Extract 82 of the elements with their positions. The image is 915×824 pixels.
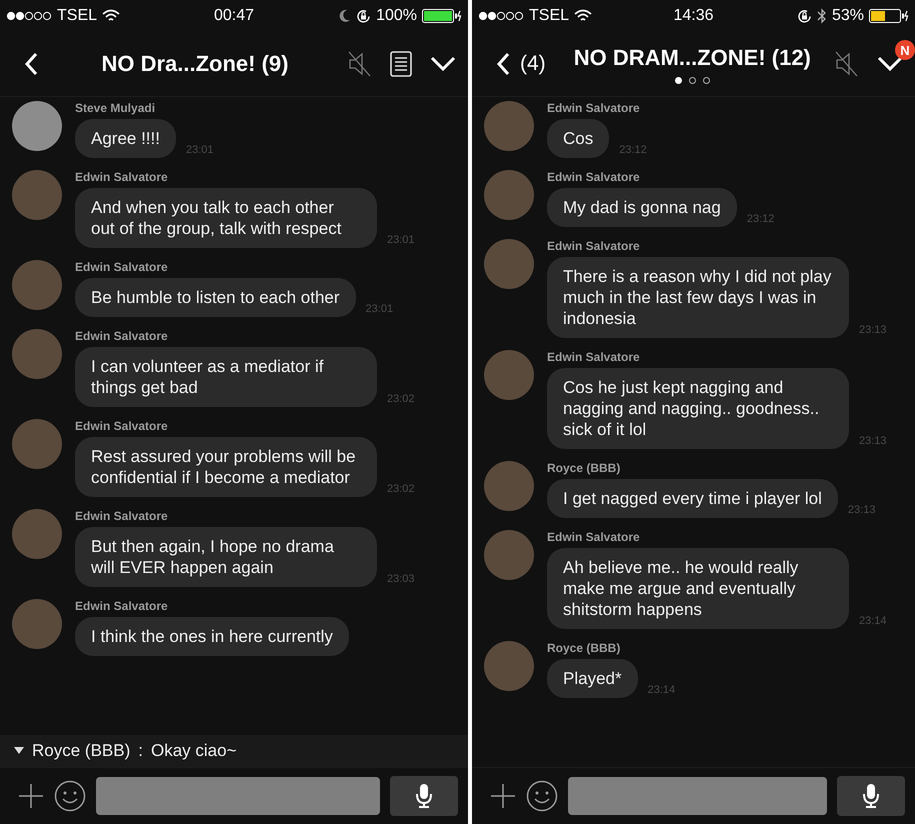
message-bubble: Rest assured your problems will be confidential if I become a mediator — [75, 437, 377, 497]
sender-name: Edwin Salvatore — [75, 599, 169, 613]
sender-name: Royce (BBB) — [547, 461, 622, 475]
sender-name: Edwin Salvatore — [547, 350, 641, 364]
plus-icon[interactable] — [490, 783, 516, 809]
message-time: 23:01 — [186, 144, 214, 158]
message-bubble: Be humble to listen to each other — [75, 278, 356, 317]
chevron-down-icon[interactable] — [430, 56, 456, 72]
bluetooth-icon — [816, 8, 827, 24]
microphone-icon[interactable] — [862, 783, 880, 809]
microphone-icon[interactable] — [415, 783, 433, 809]
sender-name: Steve Mulyadi — [75, 101, 156, 115]
message-bubble: My dad is gonna nag — [547, 188, 737, 227]
muted-speaker-icon[interactable] — [835, 51, 859, 77]
wifi-icon — [102, 9, 120, 23]
smiley-icon[interactable] — [526, 780, 558, 812]
clock-time: 00:47 — [214, 7, 254, 25]
notes-icon[interactable] — [390, 51, 412, 77]
rotation-lock-icon — [796, 8, 812, 24]
caret-icon — [14, 747, 24, 755]
sender-name: Edwin Salvatore — [547, 170, 641, 184]
message-time: 23:12 — [619, 144, 647, 158]
message-time: 23:02 — [387, 483, 415, 497]
message-time: 23:02 — [387, 393, 415, 407]
message-bubble: I think the ones in here currently — [75, 617, 349, 656]
message-bubble: Played* — [547, 659, 638, 698]
clock-time: 14:36 — [673, 7, 714, 25]
sender-name: Edwin Salvatore — [75, 419, 169, 433]
sender-name: Edwin Salvatore — [75, 509, 169, 523]
message-bubble: Cos — [547, 119, 610, 158]
battery-percent: 100% — [376, 7, 417, 25]
notification-banner[interactable]: Royce (BBB) : Okay ciao~ — [0, 735, 468, 767]
banner-sender: Royce (BBB) — [32, 741, 130, 761]
message-bubble: But then again, I hope no drama will EVER happen again — [75, 527, 377, 587]
plus-icon[interactable] — [18, 783, 44, 809]
back-button[interactable]: (4) — [492, 48, 550, 80]
message-time: 23:13 — [859, 324, 887, 338]
message-time: 23:14 — [648, 684, 676, 698]
banner-separator: : — [138, 741, 143, 761]
message-input[interactable] — [568, 777, 827, 815]
sender-name: Edwin Salvatore — [75, 260, 169, 274]
signal-icon — [6, 11, 52, 21]
chevron-down-icon[interactable] — [877, 56, 903, 72]
chat-title[interactable]: NO DRAM...ZONE! (12) — [574, 44, 811, 70]
message-time: 23:14 — [859, 615, 887, 629]
battery-icon — [869, 9, 909, 23]
carrier-name: TSEL — [57, 7, 98, 25]
sender-name: Edwin Salvatore — [75, 329, 169, 343]
carrier-name: TSEL — [529, 7, 570, 25]
moon-icon — [339, 9, 352, 23]
message-bubble: Agree !!!! — [75, 119, 176, 158]
sender-name: Edwin Salvatore — [75, 170, 169, 184]
signal-icon — [478, 11, 524, 21]
sender-name: Edwin Salvatore — [547, 530, 641, 544]
wifi-icon — [574, 9, 592, 23]
message-time: 23:01 — [387, 234, 415, 248]
message-input[interactable] — [96, 777, 380, 815]
message-bubble: And when you talk to each other out of the group, talk with respect — [75, 188, 377, 248]
sender-name: Edwin Salvatore — [547, 239, 641, 253]
message-bubble: I can volunteer as a mediator if things get bad — [75, 347, 377, 407]
avatar[interactable] — [12, 101, 62, 151]
message-time: 23:03 — [387, 573, 415, 587]
message-time: 23:13 — [848, 504, 876, 518]
sender-name: Royce (BBB) — [547, 641, 622, 655]
message-time: 23:12 — [746, 213, 774, 227]
message-bubble: I get nagged every time i player lol — [547, 479, 838, 518]
microphone-button[interactable] — [837, 776, 905, 816]
battery-icon — [422, 9, 462, 23]
rotation-lock-icon — [356, 8, 372, 24]
message-bubble: Ah believe me.. he would really make me argue and eventually shitstorm happens — [547, 548, 849, 629]
message-time: 23:13 — [859, 435, 887, 449]
battery-percent: 53% — [832, 7, 864, 25]
message-bubble: Cos he just kept nagging and nagging and nagging.. goodness.. sick of it lol — [547, 368, 849, 449]
muted-speaker-icon[interactable] — [348, 51, 372, 77]
smiley-icon[interactable] — [54, 780, 86, 812]
sender-name: Edwin Salvatore — [547, 101, 641, 115]
microphone-button[interactable] — [390, 776, 458, 816]
chat-title[interactable]: NO Dra...Zone! (9) — [101, 51, 288, 77]
message-time: 23:01 — [366, 303, 394, 317]
message-bubble: There is a reason why I did not play much in the last few days I was in indonesia — [547, 257, 849, 338]
notification-badge: N — [895, 40, 915, 60]
banner-message: Okay ciao~ — [150, 741, 236, 761]
